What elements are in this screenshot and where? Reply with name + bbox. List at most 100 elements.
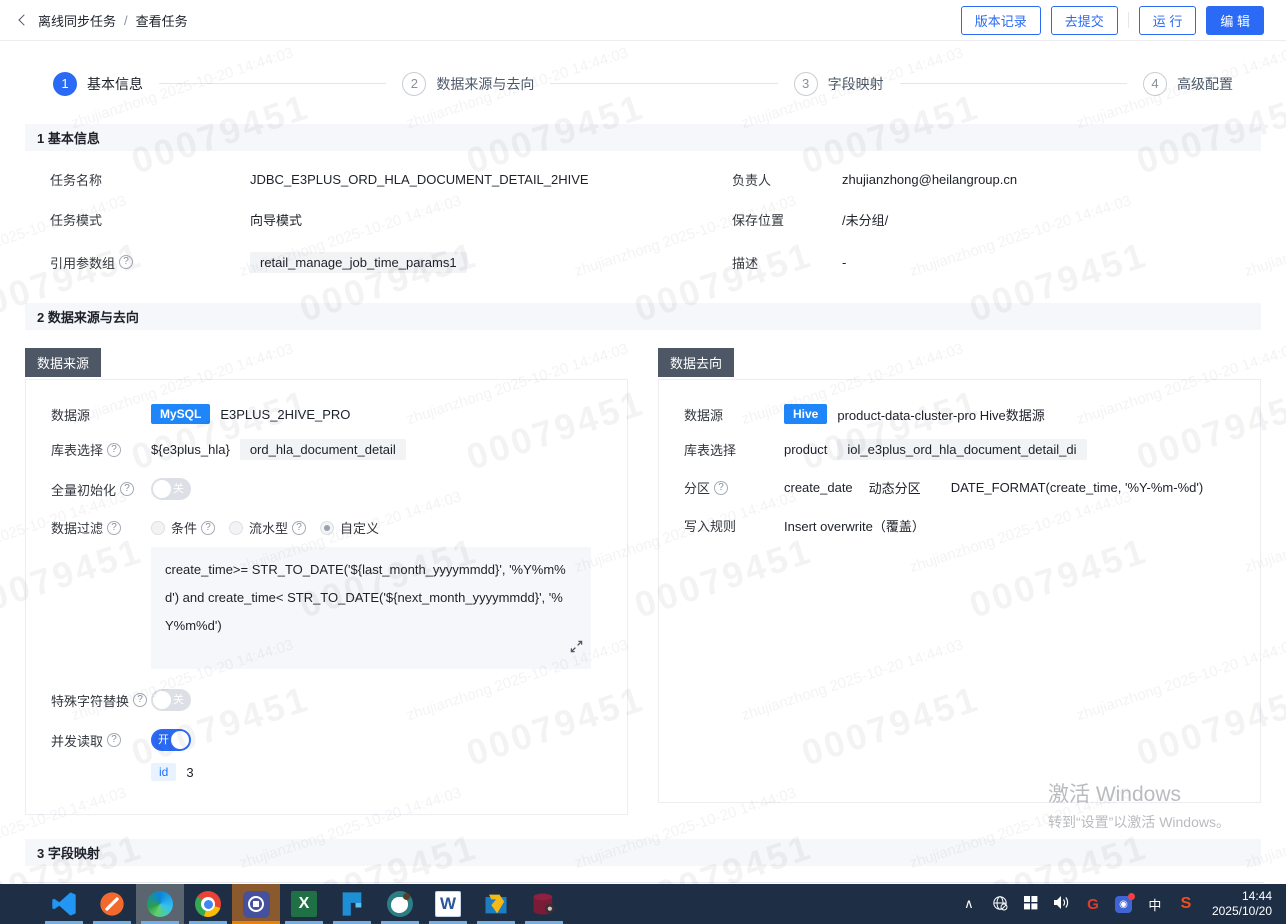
screen: 离线同步任务 / 查看任务 版本记录 去提交 运 行 编 辑 1 基本信息 2 … <box>0 0 1286 924</box>
filter-option-custom[interactable]: 自定义 <box>320 518 379 537</box>
help-icon[interactable]: ? <box>714 481 728 495</box>
help-icon[interactable]: ? <box>120 482 134 496</box>
data-dest-panel: 数据去向 数据源 Hive product-data-cluster-pro H… <box>658 348 1261 815</box>
help-icon[interactable]: ? <box>292 521 306 535</box>
field-save-location: 保存位置 /未分组/ <box>675 199 1261 239</box>
concurrency-value: 3 <box>186 765 193 780</box>
help-icon[interactable]: ? <box>119 255 133 269</box>
section-basic-info-title: 1 基本信息 <box>25 124 1261 151</box>
step-field-mapping[interactable]: 3 字段映射 <box>794 72 884 96</box>
field-task-mode: 任务模式 向导模式 <box>25 199 675 239</box>
word-icon[interactable]: W <box>424 884 472 924</box>
edge-icon[interactable] <box>136 884 184 924</box>
win-panes-icon[interactable] <box>1022 895 1040 913</box>
data-dest-tab: 数据去向 <box>658 348 734 377</box>
system-tray: ∧ G ◉ 中 S 14:44 2025/10/20 <box>960 884 1286 924</box>
partition-field: create_date <box>784 480 853 495</box>
actions-divider <box>1128 12 1129 28</box>
concurrent-read-toggle[interactable]: 开 <box>151 729 191 751</box>
expand-icon[interactable] <box>570 635 583 663</box>
help-icon[interactable]: ? <box>107 521 121 535</box>
filter-option-condition[interactable]: 条件? <box>151 518 215 537</box>
clock-date: 2025/10/20 <box>1212 904 1272 919</box>
write-rule-row: 写入规则 Insert overwrite（覆盖） <box>684 516 1236 535</box>
filter-option-stream[interactable]: 流水型? <box>229 518 306 537</box>
taskbar: X W <box>0 884 1286 924</box>
version-history-button[interactable]: 版本记录 <box>961 6 1041 35</box>
field-description: 描述 - <box>675 239 1261 285</box>
filter-sql-row: create_time>= STR_TO_DATE('${last_month_… <box>51 547 603 669</box>
split-key-row: id 3 <box>51 763 603 781</box>
special-char-toggle[interactable]: 关 <box>151 689 191 711</box>
dest-db-name: product <box>784 442 827 457</box>
breadcrumb-parent[interactable]: 离线同步任务 <box>38 11 116 30</box>
mapping-table-border <box>22 882 1264 883</box>
section-mapping-title: 3 字段映射 <box>25 839 1261 866</box>
dest-table-row: 库表选择 product iol_e3plus_ord_hla_document… <box>684 439 1236 460</box>
full-init-row: 全量初始化? 关 <box>51 478 603 500</box>
source-db-name: ${e3plus_hla} <box>151 442 230 457</box>
save-location-value: /未分组/ <box>842 210 888 229</box>
step-connector <box>159 83 386 84</box>
step-advanced-config[interactable]: 4 高级配置 <box>1143 72 1233 96</box>
owner-value: zhujianzhong@heilangroup.cn <box>842 172 1017 187</box>
taskbar-clock[interactable]: 14:44 2025/10/20 <box>1208 889 1272 919</box>
step-circle: 1 <box>53 72 77 96</box>
help-icon[interactable]: ? <box>107 443 121 457</box>
task-mode-value: 向导模式 <box>250 210 302 229</box>
blue-flag-app-icon[interactable] <box>328 884 376 924</box>
radio-icon <box>151 521 165 535</box>
database-tool-icon[interactable] <box>520 884 568 924</box>
field-param-group: 引用参数组? retail_manage_job_time_params1 <box>25 239 675 285</box>
notify-app-icon[interactable]: ◉ <box>1115 896 1133 913</box>
step-circle: 2 <box>402 72 426 96</box>
submit-button[interactable]: 去提交 <box>1051 6 1118 35</box>
step-source-dest[interactable]: 2 数据来源与去向 <box>402 72 534 96</box>
filter-sql-editor[interactable]: create_time>= STR_TO_DATE('${last_month_… <box>151 547 591 669</box>
sync-app-icon[interactable] <box>232 884 280 924</box>
split-key-tag: id <box>151 763 176 781</box>
data-filter-row: 数据过滤? 条件? 流水型? <box>51 518 603 537</box>
partition-expression: DATE_FORMAT(create_time, '%Y-%m-%d') <box>951 480 1204 495</box>
basic-info-grid: 任务名称 JDBC_E3PLUS_ORD_HLA_DOCUMENT_DETAIL… <box>25 151 1261 285</box>
data-source-body: 数据源 MySQL E3PLUS_2HIVE_PRO 库表选择? ${e3plu… <box>25 379 628 815</box>
concurrent-read-row: 并发读取? 开 <box>51 729 603 751</box>
network-offline-icon[interactable] <box>991 895 1009 914</box>
data-dest-body: 数据源 Hive product-data-cluster-pro Hive数据… <box>658 379 1261 803</box>
tray-expand-icon[interactable]: ∧ <box>960 896 978 912</box>
g-app-icon[interactable]: G <box>1084 896 1102 913</box>
volume-icon[interactable] <box>1053 895 1071 913</box>
excel-icon[interactable]: X <box>280 884 328 924</box>
vscode-icon[interactable] <box>40 884 88 924</box>
stepper: 1 基本信息 2 数据来源与去向 3 字段映射 4 高级配置 <box>25 61 1261 106</box>
back-icon[interactable] <box>18 14 29 25</box>
help-icon[interactable]: ? <box>133 693 147 707</box>
task-name-value: JDBC_E3PLUS_ORD_HLA_DOCUMENT_DETAIL_2HIV… <box>250 172 589 187</box>
field-task-name: 任务名称 JDBC_E3PLUS_ORD_HLA_DOCUMENT_DETAIL… <box>25 159 675 199</box>
help-icon[interactable]: ? <box>201 521 215 535</box>
full-init-toggle[interactable]: 关 <box>151 478 191 500</box>
param-group-tag: retail_manage_job_time_params1 <box>250 252 467 273</box>
dest-table-tag: iol_e3plus_ord_hla_document_detail_di <box>837 439 1086 460</box>
write-rule-value: Insert overwrite（覆盖） <box>784 516 925 535</box>
step-connector <box>900 83 1127 84</box>
radio-icon <box>229 521 243 535</box>
partition-row: 分区? create_date 动态分区 DATE_FORMAT(create_… <box>684 478 1236 497</box>
data-source-tab: 数据来源 <box>25 348 101 377</box>
ime-indicator[interactable]: 中 <box>1146 895 1164 914</box>
winscp-icon[interactable] <box>472 884 520 924</box>
step-basic-info[interactable]: 1 基本信息 <box>53 72 143 96</box>
description-value: - <box>842 255 846 270</box>
edit-button[interactable]: 编 辑 <box>1206 6 1264 35</box>
chrome-icon[interactable] <box>184 884 232 924</box>
help-icon[interactable]: ? <box>107 733 121 747</box>
run-button[interactable]: 运 行 <box>1139 6 1197 35</box>
sogou-icon[interactable]: S <box>1177 895 1195 913</box>
source-datasource-row: 数据源 MySQL E3PLUS_2HIVE_PRO <box>51 404 603 424</box>
clock-time: 14:44 <box>1212 889 1272 904</box>
field-owner: 负责人 zhujianzhong@heilangroup.cn <box>675 159 1261 199</box>
hive-badge: Hive <box>784 404 827 424</box>
dbeaver-icon[interactable] <box>376 884 424 924</box>
dest-datasource-name: product-data-cluster-pro Hive数据源 <box>837 405 1044 424</box>
orange-pen-app-icon[interactable] <box>88 884 136 924</box>
